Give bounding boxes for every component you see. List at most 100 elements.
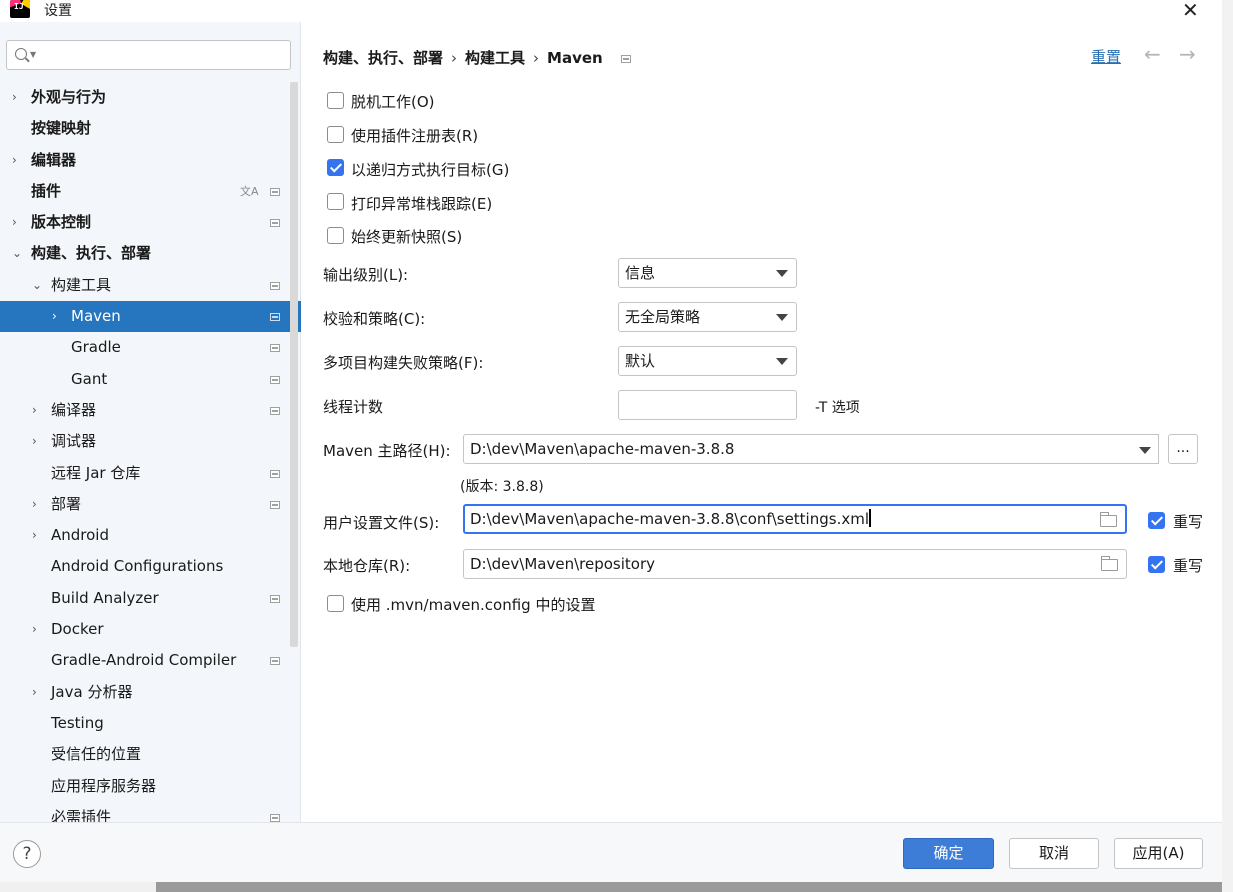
breadcrumb-item[interactable]: 构建工具	[465, 49, 525, 67]
sidebar-item[interactable]: › 编辑器	[0, 145, 301, 176]
project-scope-icon	[270, 375, 280, 384]
search-icon	[15, 48, 27, 60]
sidebar-item[interactable]: › 外观与行为	[0, 82, 301, 113]
sidebar-item[interactable]: › Docker	[0, 614, 301, 645]
sidebar-item-label: Android Configurations	[51, 557, 224, 576]
sidebar-item[interactable]: Testing	[0, 708, 301, 739]
sidebar-item[interactable]: › Android	[0, 520, 301, 551]
back-arrow-icon[interactable]: ←	[1144, 42, 1161, 66]
sidebar-item-label: 编译器	[51, 400, 97, 419]
sidebar-item-label: Gradle	[71, 338, 121, 357]
output-level-select[interactable]: 信息	[618, 258, 797, 288]
recursive-checkbox[interactable]	[327, 159, 344, 176]
sidebar-item[interactable]: Build Analyzer	[0, 583, 301, 614]
settings-sidebar: ▼ › 外观与行为 按键映射 › 编辑器 插件 文A › 版本控制 ⌄ 构建、执行、部署 ⌄ 构建工具 ›…	[0, 22, 301, 826]
sidebar-item[interactable]: › 版本控制	[0, 207, 301, 238]
folder-icon[interactable]	[1100, 512, 1117, 527]
chevron-right-icon[interactable]: ›	[32, 489, 37, 520]
sidebar-item-label: 插件	[31, 181, 62, 200]
update-snapshots-checkbox[interactable]	[327, 227, 344, 244]
user-settings-override-checkbox[interactable]	[1148, 512, 1165, 529]
project-scope-icon	[620, 54, 631, 63]
chevron-right-icon[interactable]: ›	[32, 677, 37, 708]
checksum-policy-select[interactable]: 无全局策略	[618, 302, 797, 332]
project-scope-icon	[270, 813, 280, 822]
chevron-right-icon[interactable]: ›	[52, 301, 57, 332]
close-icon[interactable]: ✕	[1182, 0, 1199, 22]
thread-count-input[interactable]	[618, 390, 797, 420]
sidebar-item[interactable]: 按键映射	[0, 113, 301, 144]
chevron-right-icon[interactable]: ›	[12, 82, 17, 113]
local-repo-override-checkbox[interactable]	[1148, 556, 1165, 573]
multiproject-policy-select[interactable]: 默认	[618, 346, 797, 376]
stacktrace-label: 打印异常堆栈跟踪(E)	[351, 195, 493, 213]
maven-home-dropdown-button[interactable]	[1131, 434, 1159, 464]
intellij-app-icon: IJ	[10, 0, 30, 18]
breadcrumb-item[interactable]: 构建、执行、部署	[323, 49, 443, 67]
local-repo-input[interactable]: D:\dev\Maven\repository	[463, 549, 1127, 579]
sidebar-item[interactable]: ⌄ 构建工具	[0, 270, 301, 301]
project-scope-icon	[270, 469, 280, 478]
reset-link[interactable]: 重置	[1091, 46, 1121, 67]
help-button[interactable]: ?	[13, 840, 41, 868]
sidebar-item[interactable]: › 部署	[0, 489, 301, 520]
chevron-down-icon[interactable]: ⌄	[32, 270, 42, 301]
chevron-down-icon[interactable]: ⌄	[12, 238, 22, 269]
update-snapshots-label: 始终更新快照(S)	[351, 228, 463, 246]
plugin-registry-label: 使用插件注册表(R)	[351, 127, 479, 145]
ok-button[interactable]: 确定	[903, 838, 994, 869]
plugin-registry-checkbox[interactable]	[327, 126, 344, 143]
local-repo-override-label: 重写	[1173, 557, 1204, 575]
sidebar-item[interactable]: › Maven	[0, 301, 301, 333]
sidebar-item[interactable]: 应用程序服务器	[0, 771, 301, 802]
chevron-right-icon[interactable]: ›	[12, 207, 17, 238]
sidebar-item[interactable]: 远程 Jar 仓库	[0, 458, 301, 489]
sidebar-scrollbar[interactable]	[290, 82, 298, 647]
multiproject-policy-value: 默认	[625, 352, 656, 370]
project-scope-icon	[270, 187, 280, 196]
stacktrace-checkbox[interactable]	[327, 193, 344, 210]
sidebar-item[interactable]: Gant	[0, 364, 301, 395]
chevron-right-icon[interactable]: ›	[12, 145, 17, 176]
chevron-right-icon[interactable]: ›	[32, 520, 37, 551]
sidebar-item[interactable]: Android Configurations	[0, 551, 301, 582]
forward-arrow-icon[interactable]: →	[1179, 42, 1196, 66]
checksum-policy-value: 无全局策略	[625, 308, 701, 326]
maven-home-input[interactable]: D:\dev\Maven\apache-maven-3.8.8	[463, 434, 1132, 464]
search-input[interactable]: ▼	[6, 40, 291, 70]
sidebar-item-label: Docker	[51, 620, 104, 639]
multiproject-policy-label: 多项目构建失败策略(F):	[323, 354, 484, 372]
breadcrumb: 构建、执行、部署 › 构建工具 › Maven	[323, 47, 639, 68]
sidebar-item-label: 应用程序服务器	[51, 776, 157, 795]
sidebar-item[interactable]: ⌄ 构建、执行、部署	[0, 238, 301, 269]
maven-home-browse-button[interactable]: ...	[1168, 434, 1198, 464]
sidebar-item-label: 构建、执行、部署	[31, 244, 152, 263]
sidebar-item[interactable]: 受信任的位置	[0, 739, 301, 770]
search-options-icon[interactable]: ▼	[30, 50, 36, 59]
chevron-right-icon[interactable]: ›	[32, 426, 37, 457]
sidebar-item[interactable]: 插件 文A	[0, 176, 301, 207]
sidebar-item[interactable]: › Java 分析器	[0, 677, 301, 708]
sidebar-item[interactable]: › 调试器	[0, 426, 301, 457]
sidebar-item-label: 远程 Jar 仓库	[51, 463, 141, 482]
output-level-value: 信息	[625, 264, 656, 282]
project-scope-icon	[270, 406, 280, 415]
mvn-config-checkbox[interactable]	[327, 595, 344, 612]
sidebar-item-label: 编辑器	[31, 150, 77, 169]
chevron-right-icon[interactable]: ›	[32, 614, 37, 645]
sidebar-item[interactable]: Gradle-Android Compiler	[0, 645, 301, 676]
cancel-button[interactable]: 取消	[1009, 838, 1099, 869]
sidebar-item-label: Maven	[71, 307, 121, 326]
offline-label: 脱机工作(O)	[351, 93, 435, 111]
user-settings-input[interactable]: D:\dev\Maven\apache-maven-3.8.8\conf\set…	[463, 504, 1127, 534]
apply-button[interactable]: 应用(A)	[1114, 838, 1203, 869]
chevron-down-icon	[776, 314, 788, 321]
maven-settings-panel: 构建、执行、部署 › 构建工具 › Maven 重置 ← → 脱机工作(O) 使用插件注…	[301, 22, 1222, 822]
offline-checkbox[interactable]	[327, 92, 344, 109]
chevron-right-icon[interactable]: ›	[32, 395, 37, 426]
sidebar-item[interactable]: › 编译器	[0, 395, 301, 426]
sidebar-item[interactable]: Gradle	[0, 332, 301, 363]
text-caret	[869, 509, 871, 527]
project-scope-icon	[270, 281, 280, 290]
folder-icon[interactable]	[1101, 556, 1118, 571]
